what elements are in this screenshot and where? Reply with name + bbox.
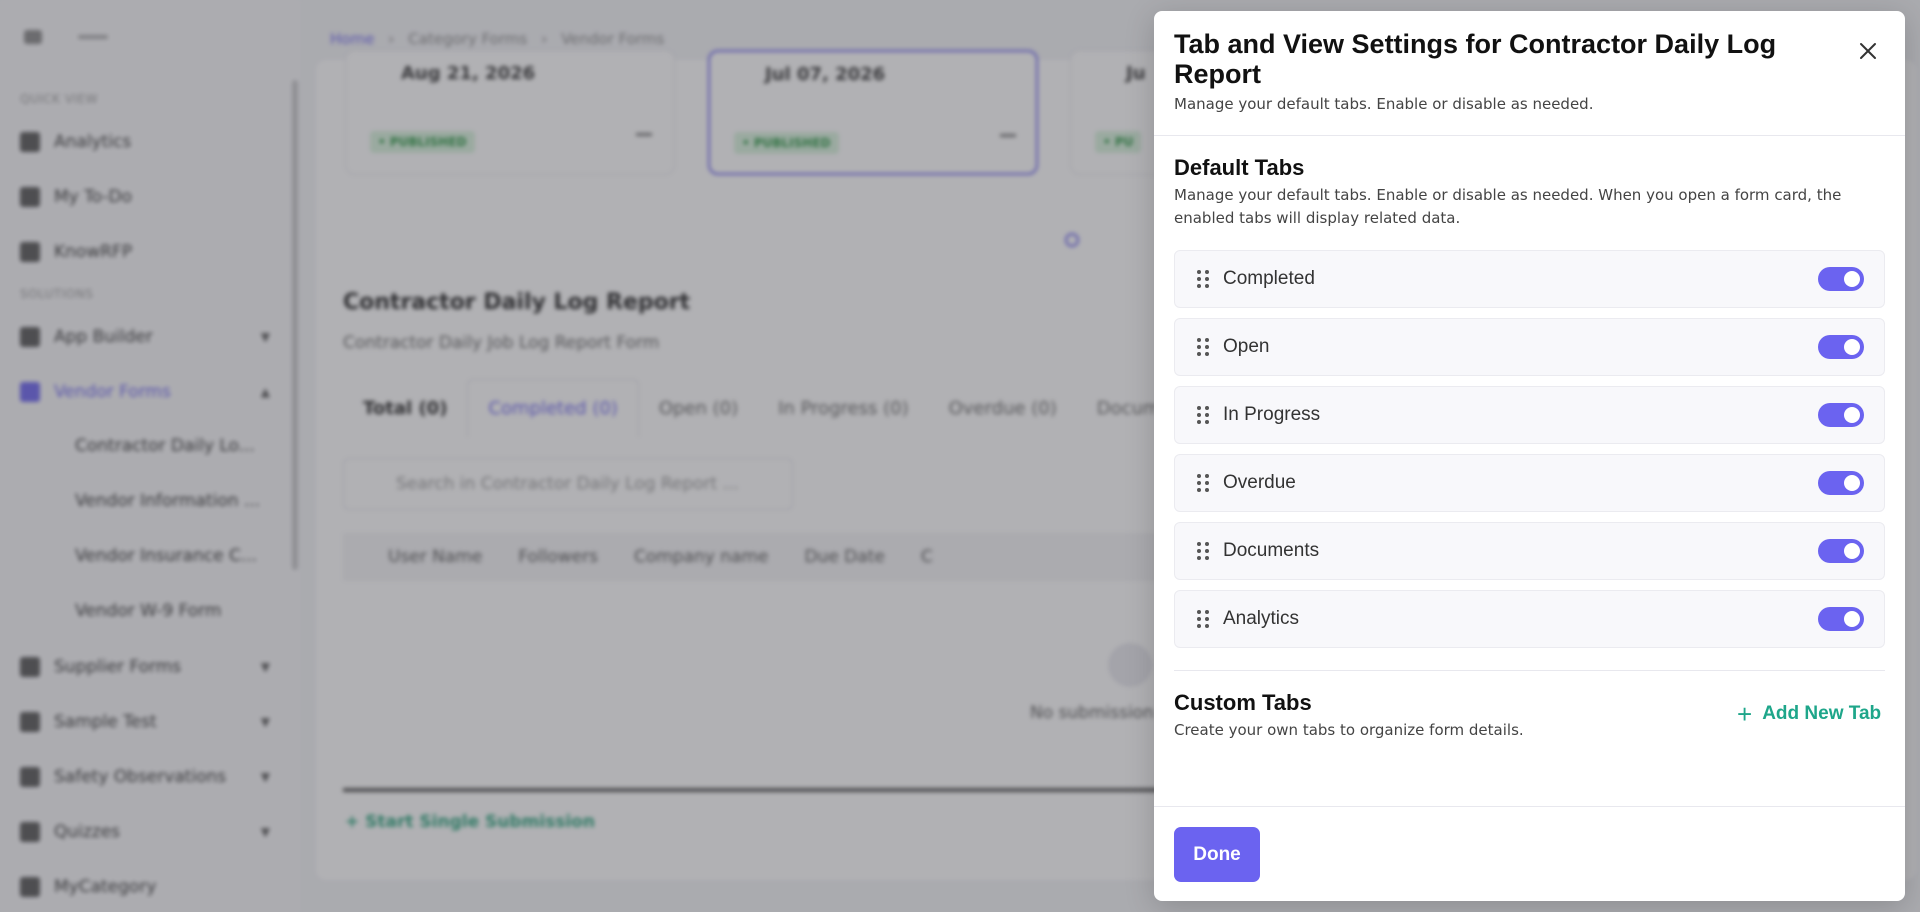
divider [1154,135,1905,136]
drag-handle-icon[interactable] [1197,610,1209,628]
tab-toggle[interactable] [1818,539,1864,563]
modal-title: Tab and View Settings for Contractor Dai… [1174,29,1777,89]
default-tab-row-overdue[interactable]: Overdue [1174,454,1885,512]
tab-row-label: In Progress [1223,404,1321,425]
tab-toggle[interactable] [1818,267,1864,291]
add-new-tab-label: Add New Tab [1762,703,1882,724]
tab-settings-modal: Tab and View Settings for Contractor Dai… [1154,11,1905,901]
close-icon[interactable] [1854,37,1882,65]
tab-row-label: Analytics [1223,608,1300,629]
tab-toggle[interactable] [1818,471,1864,495]
drag-handle-icon[interactable] [1197,270,1209,288]
drag-handle-icon[interactable] [1197,406,1209,424]
drag-handle-icon[interactable] [1197,542,1209,560]
tab-toggle[interactable] [1818,607,1864,631]
tab-toggle[interactable] [1818,403,1864,427]
default-tab-row-documents[interactable]: Documents [1174,522,1885,580]
custom-tabs-heading: Custom Tabs [1174,690,1312,715]
tab-toggle[interactable] [1818,335,1864,359]
tab-row-label: Open [1223,336,1270,357]
divider [1174,670,1885,671]
done-button[interactable]: Done [1174,827,1260,882]
default-tab-row-analytics[interactable]: Analytics [1174,590,1885,648]
default-tab-row-open[interactable]: Open [1174,318,1885,376]
tab-row-label: Completed [1223,268,1315,289]
tab-row-label: Documents [1223,540,1320,561]
modal-subtitle: Manage your default tabs. Enable or disa… [1174,95,1594,113]
default-tab-row-in-progress[interactable]: In Progress [1174,386,1885,444]
plus-icon: + [1737,699,1753,729]
default-tabs-heading: Default Tabs [1174,155,1305,180]
default-tab-row-completed[interactable]: Completed [1174,250,1885,308]
default-tabs-description: Manage your default tabs. Enable or disa… [1174,186,1842,227]
tab-row-label: Overdue [1223,472,1296,493]
divider [1154,806,1905,807]
drag-handle-icon[interactable] [1197,474,1209,492]
add-new-tab-button[interactable]: + Add New Tab [1737,699,1882,729]
drag-handle-icon[interactable] [1197,338,1209,356]
